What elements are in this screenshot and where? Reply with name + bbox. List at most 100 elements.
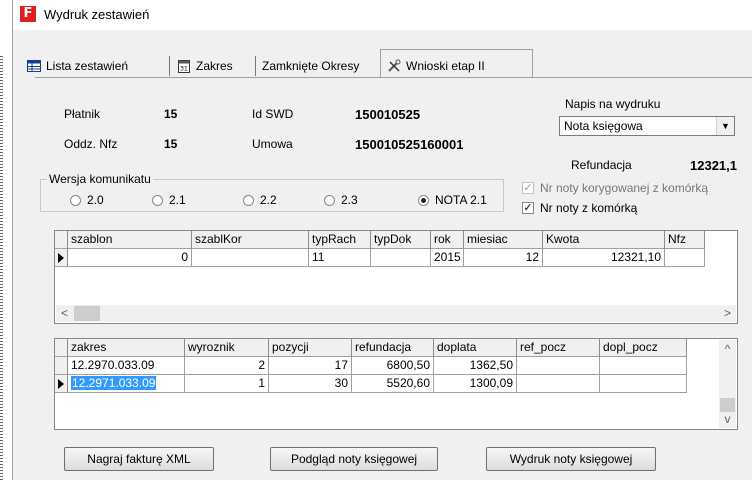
scroll-down-icon[interactable]: v <box>719 411 736 428</box>
table-cell[interactable]: 12 <box>464 249 543 267</box>
check-label: Nr noty z komórką <box>540 201 638 215</box>
tab-zakres[interactable]: 31 Zakres <box>177 55 233 77</box>
id-swd-value: 150010525 <box>355 107 421 122</box>
vertical-scrollbar[interactable]: ^ v <box>719 340 736 428</box>
column-header[interactable]: doplata <box>434 339 517 357</box>
table-cell[interactable]: 11 <box>309 249 371 267</box>
table-row[interactable]: 12.2971.033.09 1 30 5520,60 1300,09 <box>55 375 687 393</box>
table-row[interactable]: 0 11 2015 12 12321,10 <box>55 249 705 267</box>
scroll-thumb[interactable] <box>74 306 100 321</box>
tab-lista-zestawien[interactable]: Lista zestawień <box>27 55 128 77</box>
table-cell[interactable]: 6800,50 <box>352 357 434 375</box>
radio-2-2[interactable]: 2.2 <box>243 193 277 207</box>
tab-label: Zamknięte Okresy <box>262 59 360 73</box>
tab-separator <box>169 56 170 76</box>
tab-panel-border <box>35 77 752 78</box>
wersja-legend: Wersja komunikatu <box>49 172 151 186</box>
column-header[interactable]: pozycji <box>269 339 352 357</box>
table-cell[interactable]: 2 <box>185 357 269 375</box>
podglad-noty-button[interactable]: Podgląd noty księgowej <box>270 447 438 471</box>
column-header[interactable]: miesiac <box>464 231 543 249</box>
checkbox-box[interactable]: ✓ <box>522 202 534 214</box>
scroll-right-icon[interactable]: > <box>719 305 736 322</box>
current-row-icon <box>58 253 64 263</box>
scroll-up-icon[interactable]: ^ <box>719 341 736 358</box>
chevron-down-icon[interactable]: ▼ <box>716 117 734 135</box>
current-row-icon <box>58 379 64 389</box>
horizontal-scrollbar[interactable]: < > <box>56 305 736 322</box>
refundacja-value: 12321,1 <box>690 158 737 173</box>
column-header[interactable]: rok <box>431 231 464 249</box>
column-header[interactable]: typDok <box>371 231 431 249</box>
check-nr-noty-korygowanej[interactable]: ✓ Nr noty korygowanej z komórką <box>522 181 708 195</box>
nagraj-fakture-xml-button[interactable]: Nagraj fakturę XML <box>64 447 214 471</box>
column-header[interactable]: szablon <box>68 231 192 249</box>
table-cell[interactable]: 12.2970.033.09 <box>68 357 185 375</box>
splitter-dots[interactable] <box>0 56 3 480</box>
tab-label: Lista zestawień <box>46 59 129 73</box>
table-cell[interactable]: 1 <box>185 375 269 393</box>
radio-circle[interactable] <box>152 194 163 206</box>
table-cell[interactable]: 5520,60 <box>352 375 434 393</box>
tab-label: Zakres <box>196 59 233 73</box>
tab-label: Wnioski etap II <box>406 59 485 73</box>
table-cell[interactable] <box>665 249 705 267</box>
column-header[interactable]: Kwota <box>543 231 665 249</box>
table-cell[interactable] <box>600 357 687 375</box>
check-nr-noty[interactable]: ✓ Nr noty z komórką <box>522 201 637 215</box>
table-cell[interactable] <box>192 249 309 267</box>
column-header[interactable]: szablKor <box>192 231 309 249</box>
svg-text:31: 31 <box>180 66 188 73</box>
scroll-thumb[interactable] <box>720 398 735 412</box>
tab-separator <box>255 56 256 76</box>
table-cell[interactable]: 17 <box>269 357 352 375</box>
row-indicator <box>55 249 68 267</box>
scroll-left-icon[interactable]: < <box>56 305 73 322</box>
checkbox-box[interactable]: ✓ <box>522 182 534 194</box>
table-row[interactable]: 12.2970.033.09 2 17 6800,50 1362,50 <box>55 357 687 375</box>
tab-wnioski-etap-ii[interactable]: Wnioski etap II <box>387 55 485 77</box>
table-cell-selected[interactable]: 12.2971.033.09 <box>68 375 185 393</box>
umowa-value: 150010525160001 <box>355 137 464 152</box>
table-cell[interactable] <box>600 375 687 393</box>
column-header[interactable]: zakres <box>68 339 185 357</box>
column-header[interactable]: dopl_pocz <box>600 339 687 357</box>
table-cell[interactable]: 1362,50 <box>434 357 517 375</box>
radio-circle[interactable] <box>418 194 429 206</box>
table-cell[interactable]: 1300,09 <box>434 375 517 393</box>
column-header[interactable]: typRach <box>309 231 371 249</box>
table-cell[interactable]: 12321,10 <box>543 249 665 267</box>
napis-select[interactable]: Nota księgowa ▼ <box>559 116 735 136</box>
grid-zestawienia[interactable]: szablon szablKor typRach typDok rok mies… <box>54 230 738 324</box>
radio-circle[interactable] <box>70 194 81 206</box>
column-header[interactable]: wyroznik <box>185 339 269 357</box>
table-cell[interactable]: 2015 <box>431 249 464 267</box>
column-header[interactable]: ref_pocz <box>517 339 600 357</box>
tab-zamkniete-okresy[interactable]: Zamknięte Okresy <box>262 55 359 77</box>
column-header[interactable]: refundacja <box>352 339 434 357</box>
table-cell[interactable] <box>517 375 600 393</box>
radio-label: 2.2 <box>260 193 277 207</box>
napis-label: Napis na wydruku <box>565 97 661 111</box>
check-label: Nr noty korygowanej z komórką <box>540 181 709 195</box>
table-cell[interactable] <box>517 357 600 375</box>
title-bar: F Wydruk zestawień <box>13 0 752 30</box>
umowa-label: Umowa <box>252 137 293 151</box>
grid-zakresy[interactable]: zakres wyroznik pozycji refundacja dopla… <box>54 338 738 430</box>
radio-2-1[interactable]: 2.1 <box>152 193 186 207</box>
radio-label: 2.1 <box>169 193 186 207</box>
column-header[interactable]: Nfz <box>665 231 705 249</box>
wydruk-noty-button[interactable]: Wydruk noty księgowej <box>486 447 656 471</box>
radio-circle[interactable] <box>243 194 254 206</box>
radio-nota-2-1[interactable]: NOTA 2.1 <box>418 193 487 207</box>
calendar-icon: 31 <box>178 60 190 73</box>
row-indicator-header <box>55 231 68 249</box>
table-cell[interactable]: 30 <box>269 375 352 393</box>
radio-2-3[interactable]: 2.3 <box>324 193 358 207</box>
table-cell[interactable] <box>371 249 431 267</box>
radio-2-0[interactable]: 2.0 <box>70 193 104 207</box>
radio-circle[interactable] <box>324 194 335 206</box>
table-cell[interactable]: 0 <box>68 249 192 267</box>
radio-label: NOTA 2.1 <box>435 193 487 207</box>
row-indicator <box>55 375 68 393</box>
